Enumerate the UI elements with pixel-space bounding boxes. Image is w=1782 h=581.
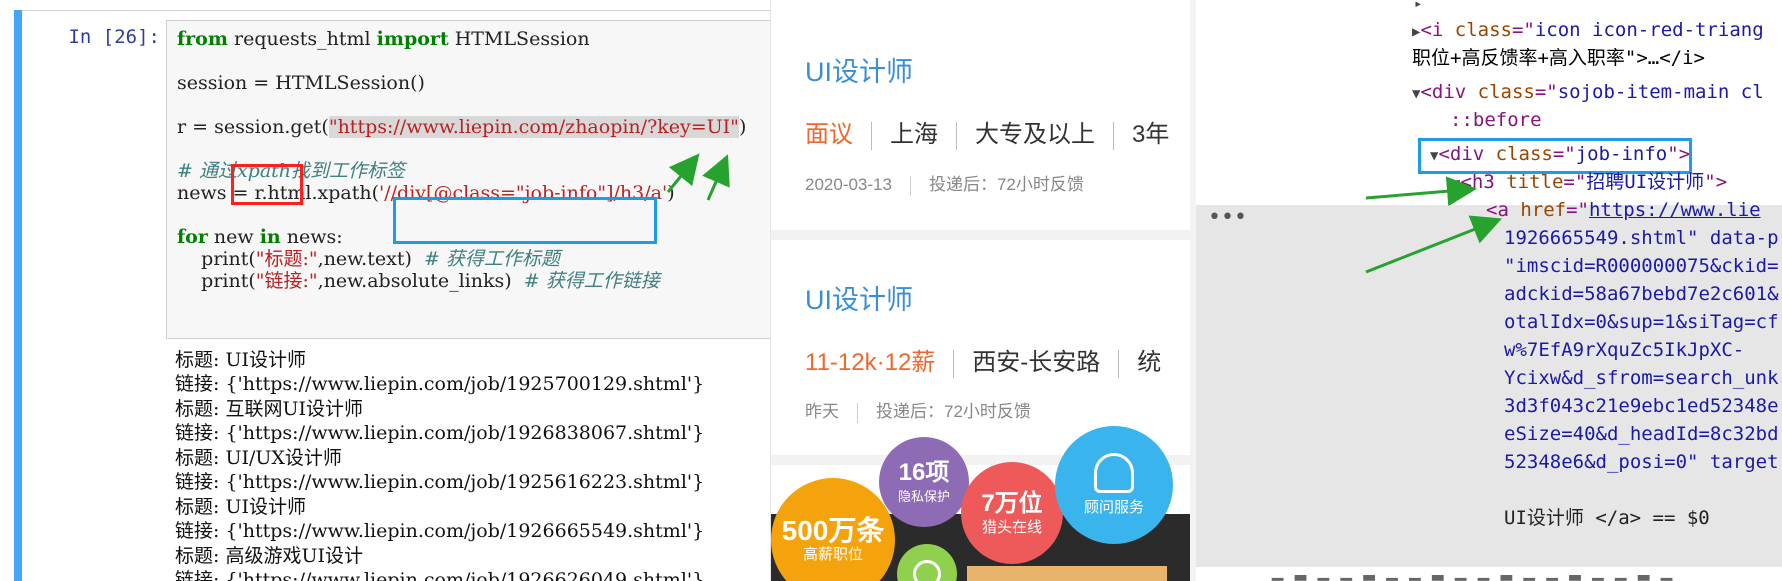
job-listing-panel: UI设计师 面议 上海 大专及以上 3年 2020-03-13 投递后：72小时反馈 U…	[770, 0, 1191, 581]
output-line: 标题: UI设计师	[175, 496, 306, 518]
code-line-5[interactable]: r = session.get("https://www.liepin.com/…	[177, 115, 746, 140]
dom-attr-line: w%7EfA9rXquZc5IkJpXC-	[1504, 339, 1745, 361]
code-line-3[interactable]: session = HTMLSession()	[177, 71, 425, 96]
dom-node-sojob[interactable]: ▼<div class="sojob-item-main cl	[1412, 78, 1764, 108]
dom-node-i[interactable]: ▶<i class="icon icon-red-triang	[1412, 16, 1764, 46]
ad-bubble-label: 隐私保护	[897, 489, 950, 504]
dom-attr-line: 52348e6&d_posi=0" target	[1504, 451, 1779, 473]
job-date: 2020-03-13	[805, 175, 892, 194]
search-icon	[913, 560, 941, 581]
dom-a-text[interactable]: UI设计师 </a> == $0	[1504, 504, 1710, 532]
output-line: 链接: {'https://www.liepin.com/job/1925700…	[175, 373, 705, 395]
job-feedback: 投递后：72小时反馈	[876, 402, 1031, 421]
ad-bubble-label: 高薪职位	[802, 546, 863, 563]
dom-node-a[interactable]: <a href="https://www.lie	[1486, 196, 1761, 224]
dom-attr-line: 3d3f043c21e9ebc1ed52348e	[1504, 395, 1779, 417]
dom-attr-line: eSize=40&d_headId=8c32bd	[1504, 423, 1779, 445]
xpath-blue-highlight-box	[393, 197, 657, 244]
cell-selection-bar	[14, 10, 22, 581]
ad-banner-strip	[967, 566, 1167, 581]
output-line: 标题: 互联网UI设计师	[175, 398, 363, 420]
previous-cell-border	[14, 0, 770, 11]
output-line: 链接: {'https://www.liepin.com/job/1926626…	[175, 569, 705, 581]
more-options-icon[interactable]: •••	[1208, 205, 1247, 230]
job-meta: 面议 上海 大专及以上 3年	[805, 114, 1169, 150]
code-line-12[interactable]: print("链接:",new.absolute_links) # 获得工作链接	[177, 269, 660, 294]
job-feedback: 投递后：72小时反馈	[928, 175, 1084, 194]
output-line: 标题: UI设计师	[175, 349, 306, 371]
job-sub-info: 2020-03-13 投递后：72小时反馈	[805, 170, 1084, 196]
ad-bubble-number: 7万位	[981, 490, 1043, 517]
job-experience: 3年	[1132, 121, 1170, 148]
ad-bubble-number: 500万条	[781, 515, 885, 546]
dom-attr-line: otalIdx=0&sup=1&siTag=cf	[1504, 311, 1779, 333]
dom-attr-line: adckid=58a67bebd7e2c601&	[1504, 283, 1779, 305]
dom-pseudo-before[interactable]: ::before	[1450, 106, 1542, 134]
ad-bubble-headhunter[interactable]: 7万位 猎头在线	[961, 462, 1063, 564]
output-line: 链接: {'https://www.liepin.com/job/1925616…	[175, 471, 705, 493]
job-salary: 面议	[805, 121, 853, 148]
ad-bubble-number: 16项	[898, 459, 950, 486]
job-title-link[interactable]: UI设计师	[805, 278, 913, 317]
ad-bubble-label: 猎头在线	[981, 519, 1042, 536]
output-line: 链接: {'https://www.liepin.com/job/1926838…	[175, 422, 705, 444]
job-location: 上海	[890, 121, 938, 148]
output-line: 链接: {'https://www.liepin.com/job/1926665…	[175, 520, 705, 542]
job-sub-info: 昨天 投递后：72小时反馈	[805, 397, 1031, 423]
ad-bubble-consultant[interactable]: 顾问服务	[1055, 426, 1173, 544]
dom-node-i-text[interactable]: 职位+高反馈率+高入职率">…</i>	[1412, 44, 1705, 72]
xpath-red-highlight-box	[231, 164, 303, 205]
job-title-link[interactable]: UI设计师	[805, 50, 913, 89]
jupyter-notebook-panel: In [26]: from requests_html import HTMLS…	[0, 0, 770, 581]
devtools-elements-panel: ••• ▸ ▶<i class="icon icon-red-triang 职位…	[1190, 0, 1782, 581]
ad-bubble-label: 顾问服务	[1083, 499, 1144, 516]
job-meta: 11-12k·12薪 西安-长安路 统	[805, 342, 1161, 378]
job-education: 大专及以上	[975, 121, 1095, 148]
dom-attr-line: "imscid=R000000075&ckid=	[1504, 255, 1779, 277]
ad-bubble-privacy[interactable]: 16项 隐私保护	[879, 437, 969, 527]
dom-node-h3[interactable]: ▼<h3 title="招聘UI设计师">	[1452, 168, 1727, 198]
job-divider	[771, 230, 1191, 240]
person-icon	[1094, 453, 1134, 493]
job-location: 西安-长安路	[972, 349, 1101, 376]
output-line: 标题: 高级游戏UI设计	[175, 545, 363, 567]
cell-prompt: In [26]:	[68, 26, 160, 48]
dom-attr-line: 1926665549.shtml" data-p	[1504, 227, 1779, 249]
dom-href-link[interactable]: https://www.lie	[1589, 199, 1761, 221]
dom-attr-line: Ycixw&d_sfrom=search_unk	[1504, 367, 1779, 389]
output-line: 标题: UI/UX设计师	[175, 447, 342, 469]
job-salary: 11-12k·12薪	[805, 349, 936, 376]
code-line-1[interactable]: from requests_html import HTMLSession	[177, 27, 590, 52]
job-extra: 统	[1137, 349, 1162, 376]
job-date: 昨天	[805, 402, 839, 421]
dom-breadcrumb-partial: ▁ ▂ ▁ ▁ ▂ ▁ ▁ ▂ ▁ ▁ ▂ ▁ ▁ ▂ ▁ ▁ ▂ ▁	[1272, 559, 1673, 581]
